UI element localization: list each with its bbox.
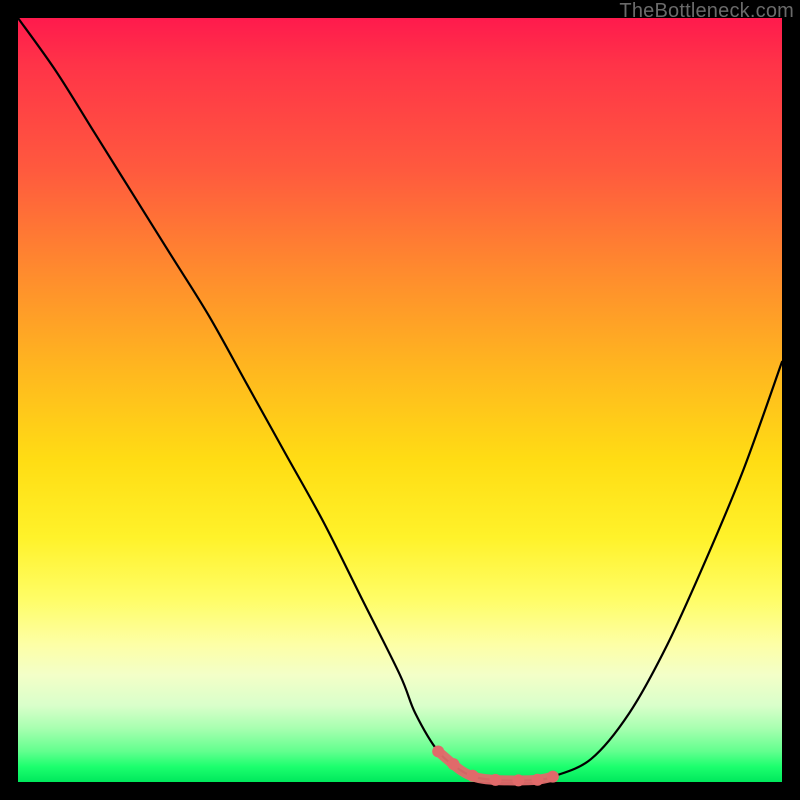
highlight-dots bbox=[432, 745, 559, 786]
highlight-dot bbox=[532, 774, 544, 786]
chart-frame: TheBottleneck.com bbox=[0, 0, 800, 800]
bottleneck-curve bbox=[18, 18, 782, 782]
highlight-dot bbox=[547, 771, 559, 783]
highlight-dot bbox=[512, 774, 524, 786]
highlight-dot bbox=[447, 758, 459, 770]
plot-area bbox=[18, 18, 782, 782]
curve-path bbox=[18, 18, 782, 780]
highlight-dot bbox=[432, 745, 444, 757]
watermark-text: TheBottleneck.com bbox=[619, 0, 794, 23]
highlight-dot bbox=[490, 774, 502, 786]
highlight-dot bbox=[467, 770, 479, 782]
